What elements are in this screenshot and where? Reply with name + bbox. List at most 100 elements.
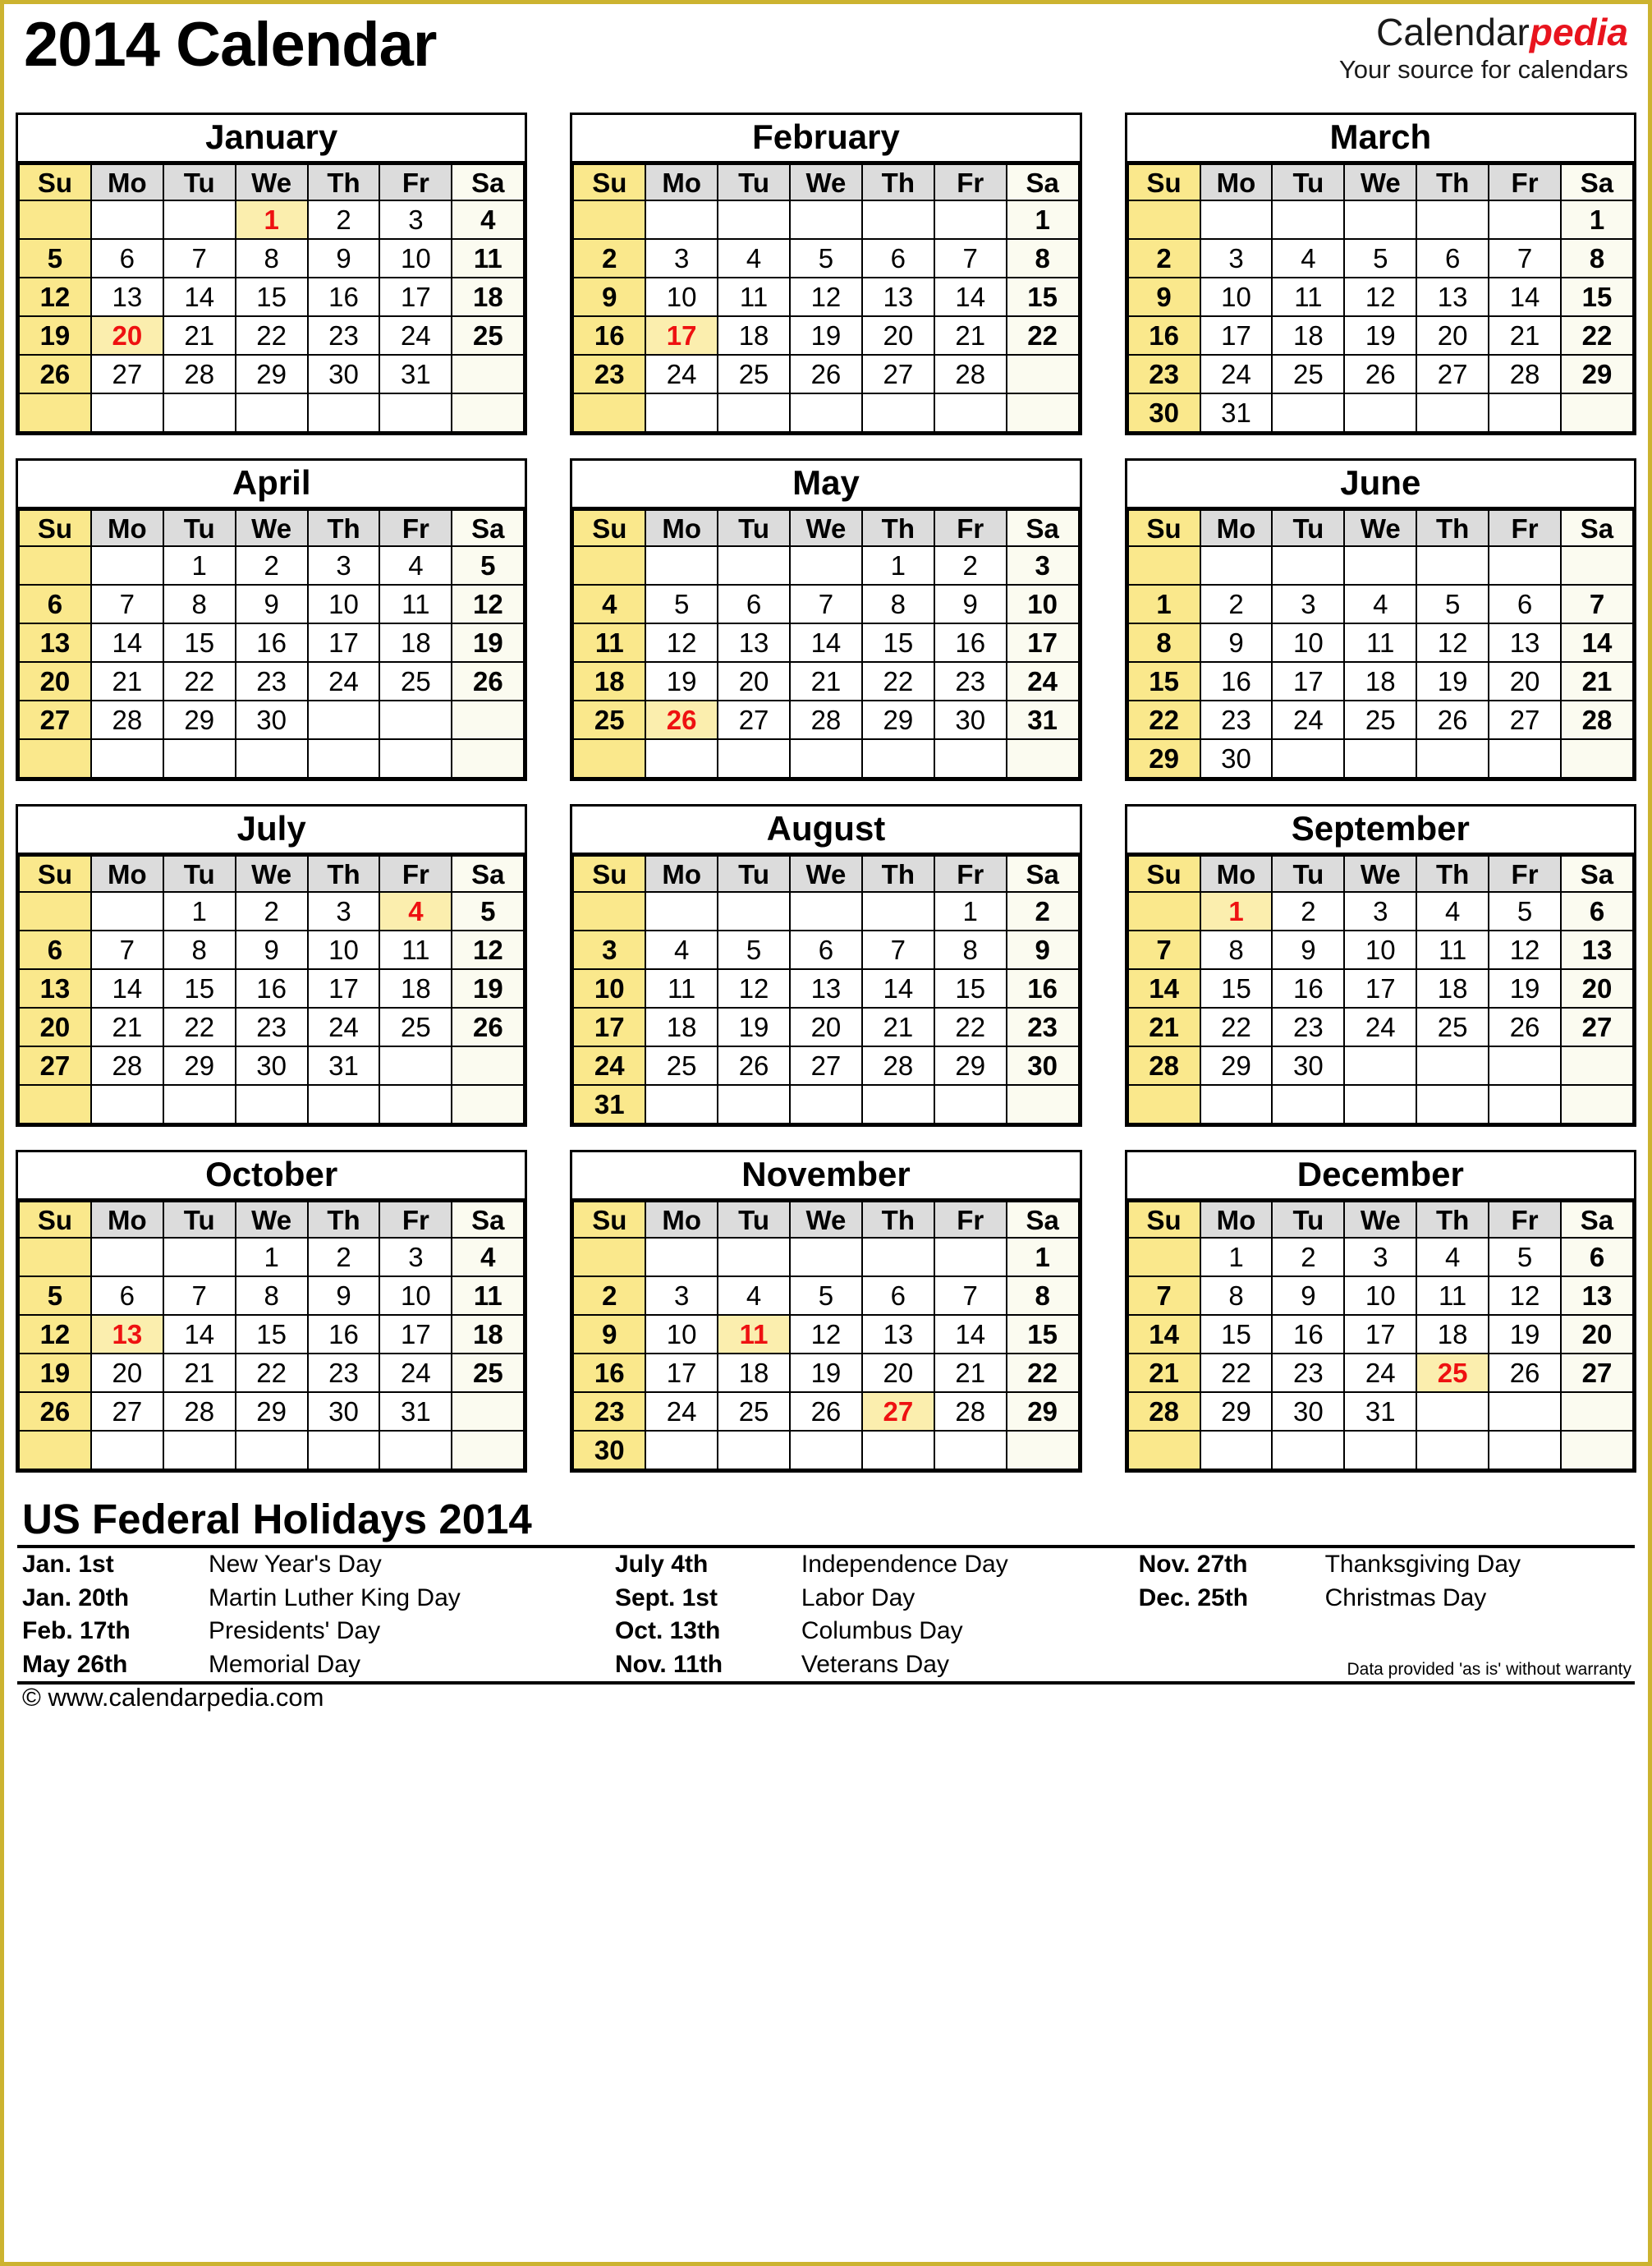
day-cell: 2 bbox=[1005, 891, 1080, 932]
day-cell-empty bbox=[1488, 545, 1562, 586]
weekday-header-row: Su Mo Tu We Th Fr Sa bbox=[572, 1201, 1080, 1239]
day-cell: 7 bbox=[162, 238, 236, 279]
holiday-date: Nov. 27th bbox=[1138, 1550, 1248, 1578]
week-row: 28 29 30 31 bbox=[1127, 1391, 1634, 1432]
holiday-date: Jan. 20th bbox=[22, 1583, 130, 1611]
week-row: 15 16 17 18 19 20 21 bbox=[1127, 661, 1634, 702]
day-cell: 28 bbox=[89, 1046, 164, 1087]
day-cell: 25 bbox=[451, 1353, 525, 1394]
day-cell-empty bbox=[860, 1430, 935, 1471]
day-cell-empty bbox=[789, 545, 863, 586]
day-cell-empty bbox=[1488, 200, 1562, 241]
day-cell-empty bbox=[1343, 200, 1418, 241]
weekday-header-tu: Tu bbox=[717, 509, 791, 548]
day-cell: 19 bbox=[1488, 968, 1562, 1009]
day-cell-empty bbox=[1127, 1237, 1201, 1278]
page-footer: © www.calendarpedia.com bbox=[17, 1680, 1635, 1712]
day-cell: 15 bbox=[1199, 1314, 1273, 1355]
holiday-row: Jan. 20th Martin Luther King Day Sept. 1st… bbox=[17, 1582, 1635, 1616]
day-cell: 24 bbox=[1343, 1007, 1418, 1048]
day-cell: 30 bbox=[306, 354, 381, 395]
day-cell-empty bbox=[89, 1237, 164, 1278]
holiday-date: Dec. 25th bbox=[1138, 1583, 1249, 1611]
month-block-october: October Su Mo Tu We Th Fr Sa 1 2 3 4 5 6 7 8 9 10 11 12 13 14… bbox=[16, 1150, 528, 1473]
day-cell: 17 bbox=[306, 623, 381, 664]
weekday-header-su: Su bbox=[1127, 509, 1201, 548]
day-cell: 5 bbox=[789, 238, 863, 279]
day-cell-empty bbox=[1343, 393, 1418, 434]
day-cell-empty bbox=[1005, 738, 1080, 779]
holiday-column-spacer bbox=[1121, 1615, 1133, 1648]
day-cell: 22 bbox=[1127, 700, 1201, 741]
month-name: February bbox=[572, 115, 1080, 164]
day-cell: 17 bbox=[379, 1314, 453, 1355]
week-row: 27 28 29 30 bbox=[18, 700, 525, 741]
day-cell: 4 bbox=[717, 238, 791, 279]
day-cell: 8 bbox=[1005, 1275, 1080, 1317]
month-name: May bbox=[572, 461, 1080, 510]
weekday-header-sa: Sa bbox=[451, 509, 525, 548]
day-cell-empty bbox=[860, 393, 935, 434]
day-cell: 24 bbox=[1005, 661, 1080, 702]
day-cell: 10 bbox=[1271, 623, 1346, 664]
calendar-page: 2014 Calendar Calendarpedia Your source … bbox=[4, 4, 1648, 1712]
day-cell: 9 bbox=[1199, 623, 1273, 664]
week-row: 16 17 18 19 20 21 22 bbox=[572, 315, 1080, 356]
day-cell: 31 bbox=[572, 1084, 647, 1125]
holiday-date: Jan. 1st bbox=[22, 1550, 114, 1578]
day-cell: 9 bbox=[572, 277, 647, 318]
day-cell: 25 bbox=[379, 661, 453, 702]
week-row: 23 24 25 26 27 28 29 bbox=[1127, 354, 1634, 395]
month-table: Su Mo Tu We Th Fr Sa 1 2 3 4 5 6 7 8 9 10 11 12 13 14 15 16 17 1… bbox=[18, 163, 525, 434]
day-cell: 23 bbox=[1127, 354, 1201, 395]
week-row: 19 20 21 22 23 24 25 bbox=[18, 1353, 525, 1394]
day-cell: 20 bbox=[1488, 661, 1562, 702]
weekday-header-su: Su bbox=[572, 855, 647, 894]
month-name: December bbox=[1127, 1152, 1634, 1202]
day-cell: 17 bbox=[379, 277, 453, 318]
day-cell-empty bbox=[572, 891, 647, 932]
day-cell: 14 bbox=[1560, 623, 1634, 664]
day-cell: 19 bbox=[451, 623, 525, 664]
weekday-header-th: Th bbox=[1416, 855, 1490, 894]
day-cell: 5 bbox=[1488, 891, 1562, 932]
day-cell: 27 bbox=[860, 354, 935, 395]
weekday-header-fr: Fr bbox=[933, 509, 1007, 548]
day-cell: 12 bbox=[451, 584, 525, 625]
day-cell: 23 bbox=[234, 1007, 309, 1048]
day-cell: 15 bbox=[1560, 277, 1634, 318]
day-cell: 27 bbox=[18, 700, 92, 741]
day-cell: 18 bbox=[379, 623, 453, 664]
month-table: Su Mo Tu We Th Fr Sa 1 2 3 4 5 6 7 8 9 10 11 12 13 14 15 16 17 1… bbox=[1127, 855, 1634, 1125]
month-table: Su Mo Tu We Th Fr Sa 1 2 3 4 5 6 7 8 9 10 11 12 13 14 15 16 17 1… bbox=[572, 1201, 1080, 1471]
day-cell-empty bbox=[645, 200, 719, 241]
day-cell: 1 bbox=[1199, 1237, 1273, 1278]
day-cell: 28 bbox=[933, 1391, 1007, 1432]
day-cell-empty bbox=[89, 393, 164, 434]
day-cell: 9 bbox=[306, 1275, 381, 1317]
holiday-name: Presidents' Day bbox=[208, 1617, 381, 1645]
month-block-september: September Su Mo Tu We Th Fr Sa 1 2 3 4 5 6 7 8 9 10 11 12 13… bbox=[1124, 804, 1636, 1128]
weekday-header-row: Su Mo Tu We Th Fr Sa bbox=[1127, 509, 1634, 548]
day-cell: 23 bbox=[1271, 1353, 1346, 1394]
day-cell-empty bbox=[1560, 545, 1634, 586]
day-cell-empty bbox=[379, 738, 453, 779]
day-cell-empty bbox=[451, 1391, 525, 1432]
day-cell: 27 bbox=[89, 354, 164, 395]
day-cell: 17 bbox=[572, 1007, 647, 1048]
weekday-header-su: Su bbox=[572, 509, 647, 548]
weekday-header-tu: Tu bbox=[1271, 1201, 1346, 1239]
week-row: 22 23 24 25 26 27 28 bbox=[1127, 700, 1634, 741]
day-cell: 1 bbox=[933, 891, 1007, 932]
week-row: 2345678 bbox=[1127, 238, 1634, 279]
week-row: 24 25 26 27 28 29 30 bbox=[572, 1046, 1080, 1087]
day-cell: 3 bbox=[645, 238, 719, 279]
day-cell: 17 bbox=[1005, 623, 1080, 664]
weekday-header-row: Su Mo Tu We Th Fr Sa bbox=[572, 163, 1080, 202]
day-cell-empty bbox=[860, 200, 935, 241]
week-row: 20 21 22 23 24 25 26 bbox=[18, 661, 525, 702]
holiday-column-spacer bbox=[1121, 1582, 1133, 1616]
day-cell-empty bbox=[1271, 738, 1346, 779]
day-cell: 2 bbox=[572, 1275, 647, 1317]
weekday-header-th: Th bbox=[1416, 163, 1490, 202]
